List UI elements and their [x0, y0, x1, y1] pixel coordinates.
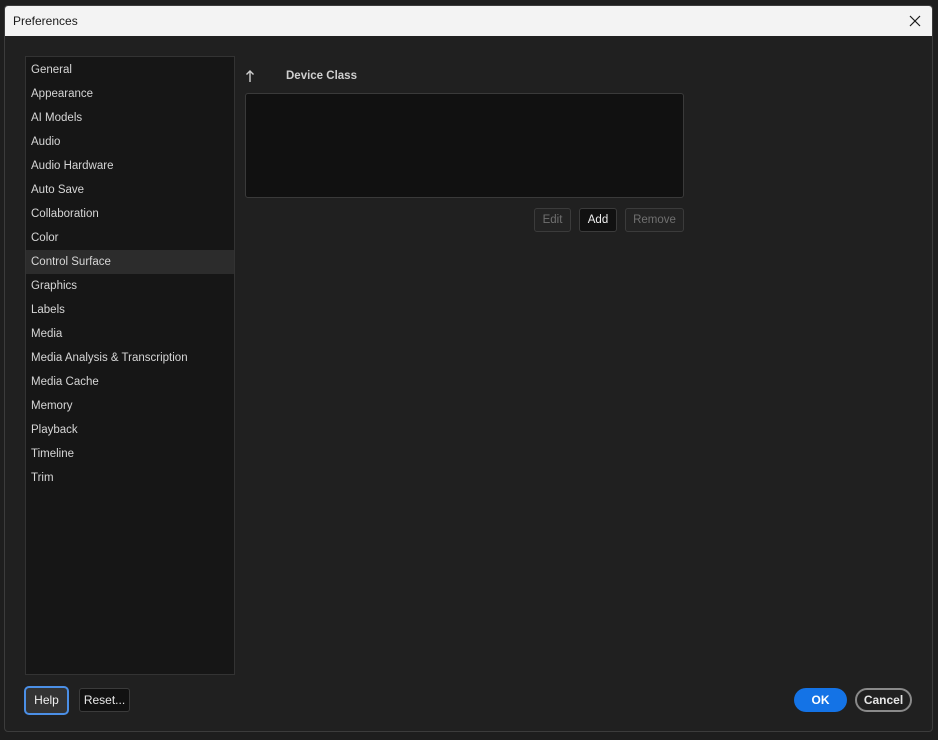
sidebar-item-ai-models[interactable]: AI Models — [26, 106, 234, 130]
close-icon — [909, 15, 921, 27]
device-table-header: Device Class — [245, 68, 685, 86]
sidebar-item-audio-hardware[interactable]: Audio Hardware — [26, 154, 234, 178]
sidebar-list: General Appearance AI Models Audio Audio… — [26, 57, 234, 490]
device-class-list[interactable] — [245, 93, 684, 198]
sidebar-item-color[interactable]: Color — [26, 226, 234, 250]
ok-button[interactable]: OK — [794, 688, 847, 712]
remove-button[interactable]: Remove — [625, 208, 684, 232]
edit-button[interactable]: Edit — [534, 208, 571, 232]
close-button[interactable] — [898, 6, 932, 36]
sidebar-item-audio[interactable]: Audio — [26, 130, 234, 154]
sidebar-item-collaboration[interactable]: Collaboration — [26, 202, 234, 226]
sidebar-item-trim[interactable]: Trim — [26, 466, 234, 490]
add-button[interactable]: Add — [579, 208, 617, 232]
sidebar-item-media[interactable]: Media — [26, 322, 234, 346]
preferences-dialog: Preferences General Appearance AI Models… — [4, 5, 933, 732]
sidebar-item-playback[interactable]: Playback — [26, 418, 234, 442]
sidebar-item-labels[interactable]: Labels — [26, 298, 234, 322]
sidebar-item-timeline[interactable]: Timeline — [26, 442, 234, 466]
sidebar-item-auto-save[interactable]: Auto Save — [26, 178, 234, 202]
sidebar-item-media-analysis-transcription[interactable]: Media Analysis & Transcription — [26, 346, 234, 370]
preferences-sidebar: General Appearance AI Models Audio Audio… — [25, 56, 235, 675]
sidebar-item-control-surface[interactable]: Control Surface — [26, 250, 234, 274]
arrow-up-icon[interactable] — [245, 69, 255, 83]
device-class-column-header[interactable]: Device Class — [286, 70, 357, 82]
sidebar-item-graphics[interactable]: Graphics — [26, 274, 234, 298]
sidebar-item-general[interactable]: General — [26, 58, 234, 82]
reset-button[interactable]: Reset... — [79, 688, 130, 712]
sidebar-item-media-cache[interactable]: Media Cache — [26, 370, 234, 394]
cancel-button[interactable]: Cancel — [855, 688, 912, 712]
title-bar: Preferences — [5, 6, 932, 36]
help-button[interactable]: Help — [24, 686, 69, 715]
sidebar-item-appearance[interactable]: Appearance — [26, 82, 234, 106]
sidebar-item-memory[interactable]: Memory — [26, 394, 234, 418]
window-title: Preferences — [13, 14, 78, 28]
